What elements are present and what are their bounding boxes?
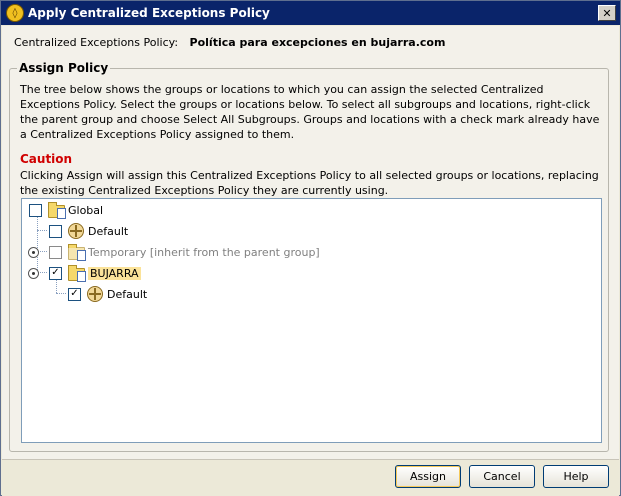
cancel-button[interactable]: Cancel [469, 465, 535, 488]
button-bar: Assign Cancel Help [2, 459, 619, 496]
group-tree[interactable]: Global Default Temporary [inherit from t… [21, 198, 602, 443]
tree-checkbox[interactable]: ✓ [68, 287, 81, 301]
tree-node-global[interactable]: Global [29, 201, 103, 219]
close-button[interactable]: ✕ [598, 5, 616, 21]
caution-heading: Caution [20, 152, 73, 166]
tree-node-bujarra[interactable]: ✓ BUJARRA [49, 264, 141, 282]
location-icon [87, 286, 103, 302]
caution-text: Clicking Assign will assign this Central… [20, 169, 599, 197]
title-bar[interactable]: ◊ Apply Centralized Exceptions Policy ✕ [1, 1, 620, 25]
window-title: Apply Centralized Exceptions Policy [28, 6, 270, 20]
group-folder-icon [68, 265, 86, 282]
tree-checkbox[interactable] [29, 203, 42, 217]
tree-connector [56, 293, 66, 294]
help-button[interactable]: Help [543, 465, 609, 488]
policy-row: Centralized Exceptions Policy: Política … [14, 36, 445, 49]
tree-node-label: Default [88, 224, 129, 238]
assign-button[interactable]: Assign [395, 465, 461, 488]
policy-label: Centralized Exceptions Policy: [14, 36, 179, 49]
tree-node-label: Temporary [inherit from the parent group… [88, 245, 320, 259]
dialog-body: Centralized Exceptions Policy: Política … [2, 26, 619, 459]
policy-name: Política para excepciones en bujarra.com [189, 36, 446, 49]
group-folder-icon [68, 244, 86, 261]
tree-node-label: Global [68, 203, 104, 217]
assign-policy-description: The tree below shows the groups or locat… [20, 83, 600, 141]
tree-node-temporary[interactable]: Temporary [inherit from the parent group… [49, 243, 320, 261]
expand-toggle[interactable] [28, 247, 39, 258]
close-icon: ✕ [602, 6, 612, 20]
tree-node-bujarra-default-location[interactable]: ✓ Default [68, 285, 147, 303]
tree-node-label: Default [107, 287, 148, 301]
assign-policy-legend: Assign Policy [17, 61, 111, 75]
tree-connector [37, 216, 38, 272]
shield-icon: ◊ [6, 4, 24, 22]
group-folder-icon [48, 202, 66, 219]
tree-node-default-location[interactable]: Default [49, 222, 128, 240]
dialog-window: ◊ Apply Centralized Exceptions Policy ✕ … [0, 0, 621, 496]
tree-checkbox[interactable] [49, 245, 62, 259]
tree-connector [37, 230, 47, 231]
tree-node-label: BUJARRA [88, 266, 141, 280]
tree-checkbox[interactable]: ✓ [49, 266, 62, 280]
expand-toggle[interactable] [28, 268, 39, 279]
tree-checkbox[interactable] [49, 224, 62, 238]
location-icon [68, 223, 84, 239]
